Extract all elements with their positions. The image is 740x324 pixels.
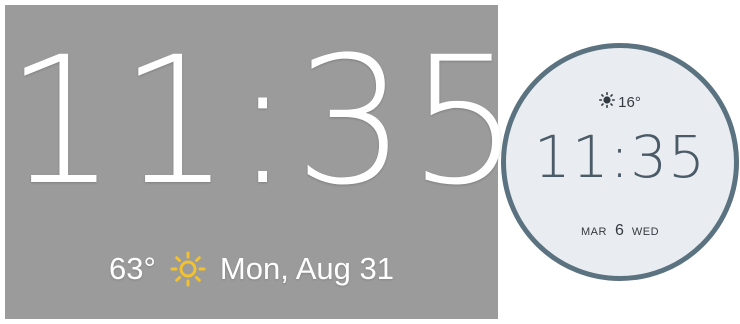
sun-icon: [170, 251, 206, 287]
phone-clock-temperature: 63°: [109, 251, 156, 286]
watch-time: 11:35: [533, 123, 707, 191]
watch-date: MAR 6 WED: [506, 222, 734, 240]
watch-month: MAR: [580, 226, 607, 238]
watch-temperature: 16°: [618, 93, 641, 111]
sun-icon: [599, 92, 616, 112]
phone-clock-date: Mon, Aug 31: [219, 251, 394, 286]
watch-weather: 16°: [506, 92, 734, 112]
watch-face: 16° 11:35 MAR 6 WED: [501, 43, 739, 281]
phone-clock-status: 63° Mon, Aug 31: [5, 251, 498, 287]
phone-clock-time: 11:35: [5, 19, 523, 224]
watch-weekday: WED: [631, 226, 660, 238]
watch-day: 6: [614, 222, 624, 239]
phone-clock-panel: 11:35 63° Mon, Aug 31: [5, 5, 523, 319]
